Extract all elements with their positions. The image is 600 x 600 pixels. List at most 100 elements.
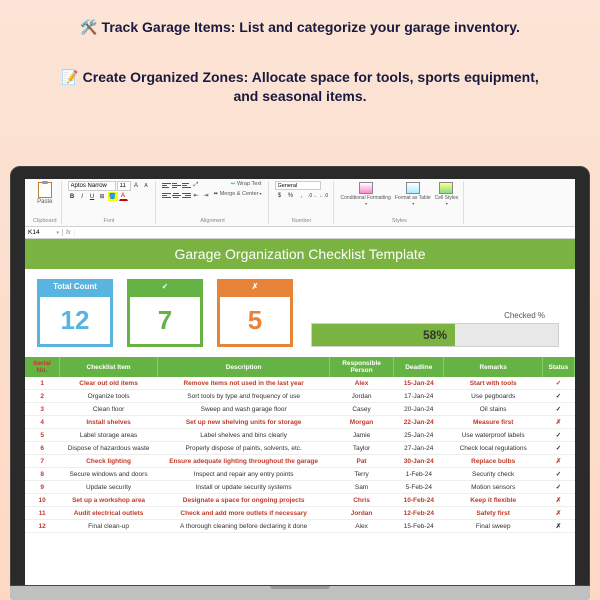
paste-button[interactable]: Paste: [33, 181, 57, 206]
table-cell[interactable]: ✗: [542, 494, 574, 507]
table-cell[interactable]: Audit electrical outlets: [59, 507, 157, 520]
table-cell[interactable]: Taylor: [330, 442, 394, 455]
table-cell[interactable]: Secure windows and doors: [59, 468, 157, 481]
table-cell[interactable]: 5-Feb-24: [394, 481, 444, 494]
table-cell[interactable]: Use pegboards: [444, 390, 542, 403]
align-left-button[interactable]: [162, 191, 171, 199]
table-cell[interactable]: Safety first: [444, 507, 542, 520]
checklist-table[interactable]: Serial No.Checklist ItemDescriptionRespo…: [25, 357, 575, 533]
decrease-decimal-button[interactable]: ←.0: [319, 191, 329, 200]
table-cell[interactable]: 10: [25, 494, 59, 507]
table-cell[interactable]: 4: [25, 416, 59, 429]
table-header[interactable]: Serial No.: [25, 357, 59, 377]
table-cell[interactable]: 27-Jan-24: [394, 442, 444, 455]
table-cell[interactable]: Update security: [59, 481, 157, 494]
table-row[interactable]: 6Dispose of hazardous wasteProperly disp…: [25, 442, 575, 455]
table-header[interactable]: Deadline: [394, 357, 444, 377]
table-cell[interactable]: ✓: [542, 403, 574, 416]
format-as-table-button[interactable]: Format as Table▾: [394, 181, 432, 207]
font-size-select[interactable]: [117, 181, 131, 191]
table-cell[interactable]: 11: [25, 507, 59, 520]
table-row[interactable]: 11Audit electrical outletsCheck and add …: [25, 507, 575, 520]
table-cell[interactable]: Alex: [330, 377, 394, 390]
table-cell[interactable]: 1-Feb-24: [394, 468, 444, 481]
table-header[interactable]: Responsible Person: [330, 357, 394, 377]
table-cell[interactable]: Sweep and wash garage floor: [158, 403, 330, 416]
orientation-button[interactable]: ⤢: [192, 181, 201, 190]
table-cell[interactable]: Install or update security systems: [158, 481, 330, 494]
table-cell[interactable]: 2: [25, 390, 59, 403]
table-cell[interactable]: Morgan: [330, 416, 394, 429]
table-cell[interactable]: Clean floor: [59, 403, 157, 416]
align-middle-button[interactable]: [172, 181, 181, 189]
table-cell[interactable]: Pat: [330, 455, 394, 468]
table-cell[interactable]: Chris: [330, 494, 394, 507]
table-cell[interactable]: 15-Feb-24: [394, 520, 444, 533]
table-cell[interactable]: 7: [25, 455, 59, 468]
table-cell[interactable]: ✓: [542, 390, 574, 403]
table-row[interactable]: 8Secure windows and doorsInspect and rep…: [25, 468, 575, 481]
table-cell[interactable]: Sam: [330, 481, 394, 494]
table-row[interactable]: 7Check lightingEnsure adequate lighting …: [25, 455, 575, 468]
table-cell[interactable]: Oil stains: [444, 403, 542, 416]
table-cell[interactable]: 3: [25, 403, 59, 416]
table-cell[interactable]: 1: [25, 377, 59, 390]
table-cell[interactable]: Ensure adequate lighting throughout the …: [158, 455, 330, 468]
table-cell[interactable]: 10-Feb-24: [394, 494, 444, 507]
table-cell[interactable]: Label shelves and bins clearly: [158, 429, 330, 442]
borders-button[interactable]: ⊞: [98, 192, 107, 201]
table-cell[interactable]: Install shelves: [59, 416, 157, 429]
table-cell[interactable]: Check and add more outlets if necessary: [158, 507, 330, 520]
table-cell[interactable]: ✓: [542, 377, 574, 390]
italic-button[interactable]: I: [78, 192, 87, 201]
increase-decimal-button[interactable]: .0→: [308, 191, 318, 200]
table-cell[interactable]: 30-Jan-24: [394, 455, 444, 468]
table-cell[interactable]: Clear out old items: [59, 377, 157, 390]
wrap-text-button[interactable]: ↩ Wrap Text: [229, 181, 264, 190]
table-cell[interactable]: 12-Feb-24: [394, 507, 444, 520]
table-cell[interactable]: 9: [25, 481, 59, 494]
table-cell[interactable]: Properly dispose of paints, solvents, et…: [158, 442, 330, 455]
table-cell[interactable]: 5: [25, 429, 59, 442]
table-row[interactable]: 2Organize toolsSort tools by type and fr…: [25, 390, 575, 403]
table-cell[interactable]: Check lighting: [59, 455, 157, 468]
table-cell[interactable]: Keep it flexible: [444, 494, 542, 507]
table-header[interactable]: Status: [542, 357, 574, 377]
percent-button[interactable]: %: [286, 191, 296, 200]
align-bottom-button[interactable]: [182, 181, 191, 189]
table-row[interactable]: 12Final clean-upA thorough cleaning befo…: [25, 520, 575, 533]
font-color-button[interactable]: A: [119, 192, 128, 201]
increase-font-button[interactable]: A: [132, 182, 141, 191]
table-cell[interactable]: ✓: [542, 442, 574, 455]
table-cell[interactable]: ✗: [542, 520, 574, 533]
name-box[interactable]: K14: [25, 229, 63, 236]
table-cell[interactable]: Sort tools by type and frequency of use: [158, 390, 330, 403]
table-row[interactable]: 3Clean floorSweep and wash garage floorC…: [25, 403, 575, 416]
table-cell[interactable]: Jordan: [330, 390, 394, 403]
table-cell[interactable]: Jordan: [330, 507, 394, 520]
cell-styles-button[interactable]: Cell Styles▾: [434, 181, 460, 207]
fill-color-button[interactable]: 🪣: [108, 192, 118, 201]
table-cell[interactable]: Terry: [330, 468, 394, 481]
table-cell[interactable]: Final clean-up: [59, 520, 157, 533]
table-cell[interactable]: ✗: [542, 507, 574, 520]
table-cell[interactable]: 20-Jan-24: [394, 403, 444, 416]
table-cell[interactable]: ✓: [542, 468, 574, 481]
fx-icon[interactable]: fx: [63, 230, 75, 236]
table-cell[interactable]: Casey: [330, 403, 394, 416]
table-cell[interactable]: 22-Jan-24: [394, 416, 444, 429]
table-cell[interactable]: Label storage areas: [59, 429, 157, 442]
table-cell[interactable]: Designate a space for ongoing projects: [158, 494, 330, 507]
bold-button[interactable]: B: [68, 192, 77, 201]
table-cell[interactable]: Measure first: [444, 416, 542, 429]
table-cell[interactable]: Inspect and repair any entry points: [158, 468, 330, 481]
currency-button[interactable]: $: [275, 191, 285, 200]
table-row[interactable]: 4Install shelvesSet up new shelving unit…: [25, 416, 575, 429]
table-cell[interactable]: ✓: [542, 481, 574, 494]
merge-center-button[interactable]: ⬌ Merge & Center▾: [212, 191, 264, 200]
table-cell[interactable]: A thorough cleaning before declaring it …: [158, 520, 330, 533]
align-right-button[interactable]: [182, 191, 191, 199]
table-cell[interactable]: Start with tools: [444, 377, 542, 390]
table-cell[interactable]: 8: [25, 468, 59, 481]
table-cell[interactable]: Set up a workshop area: [59, 494, 157, 507]
